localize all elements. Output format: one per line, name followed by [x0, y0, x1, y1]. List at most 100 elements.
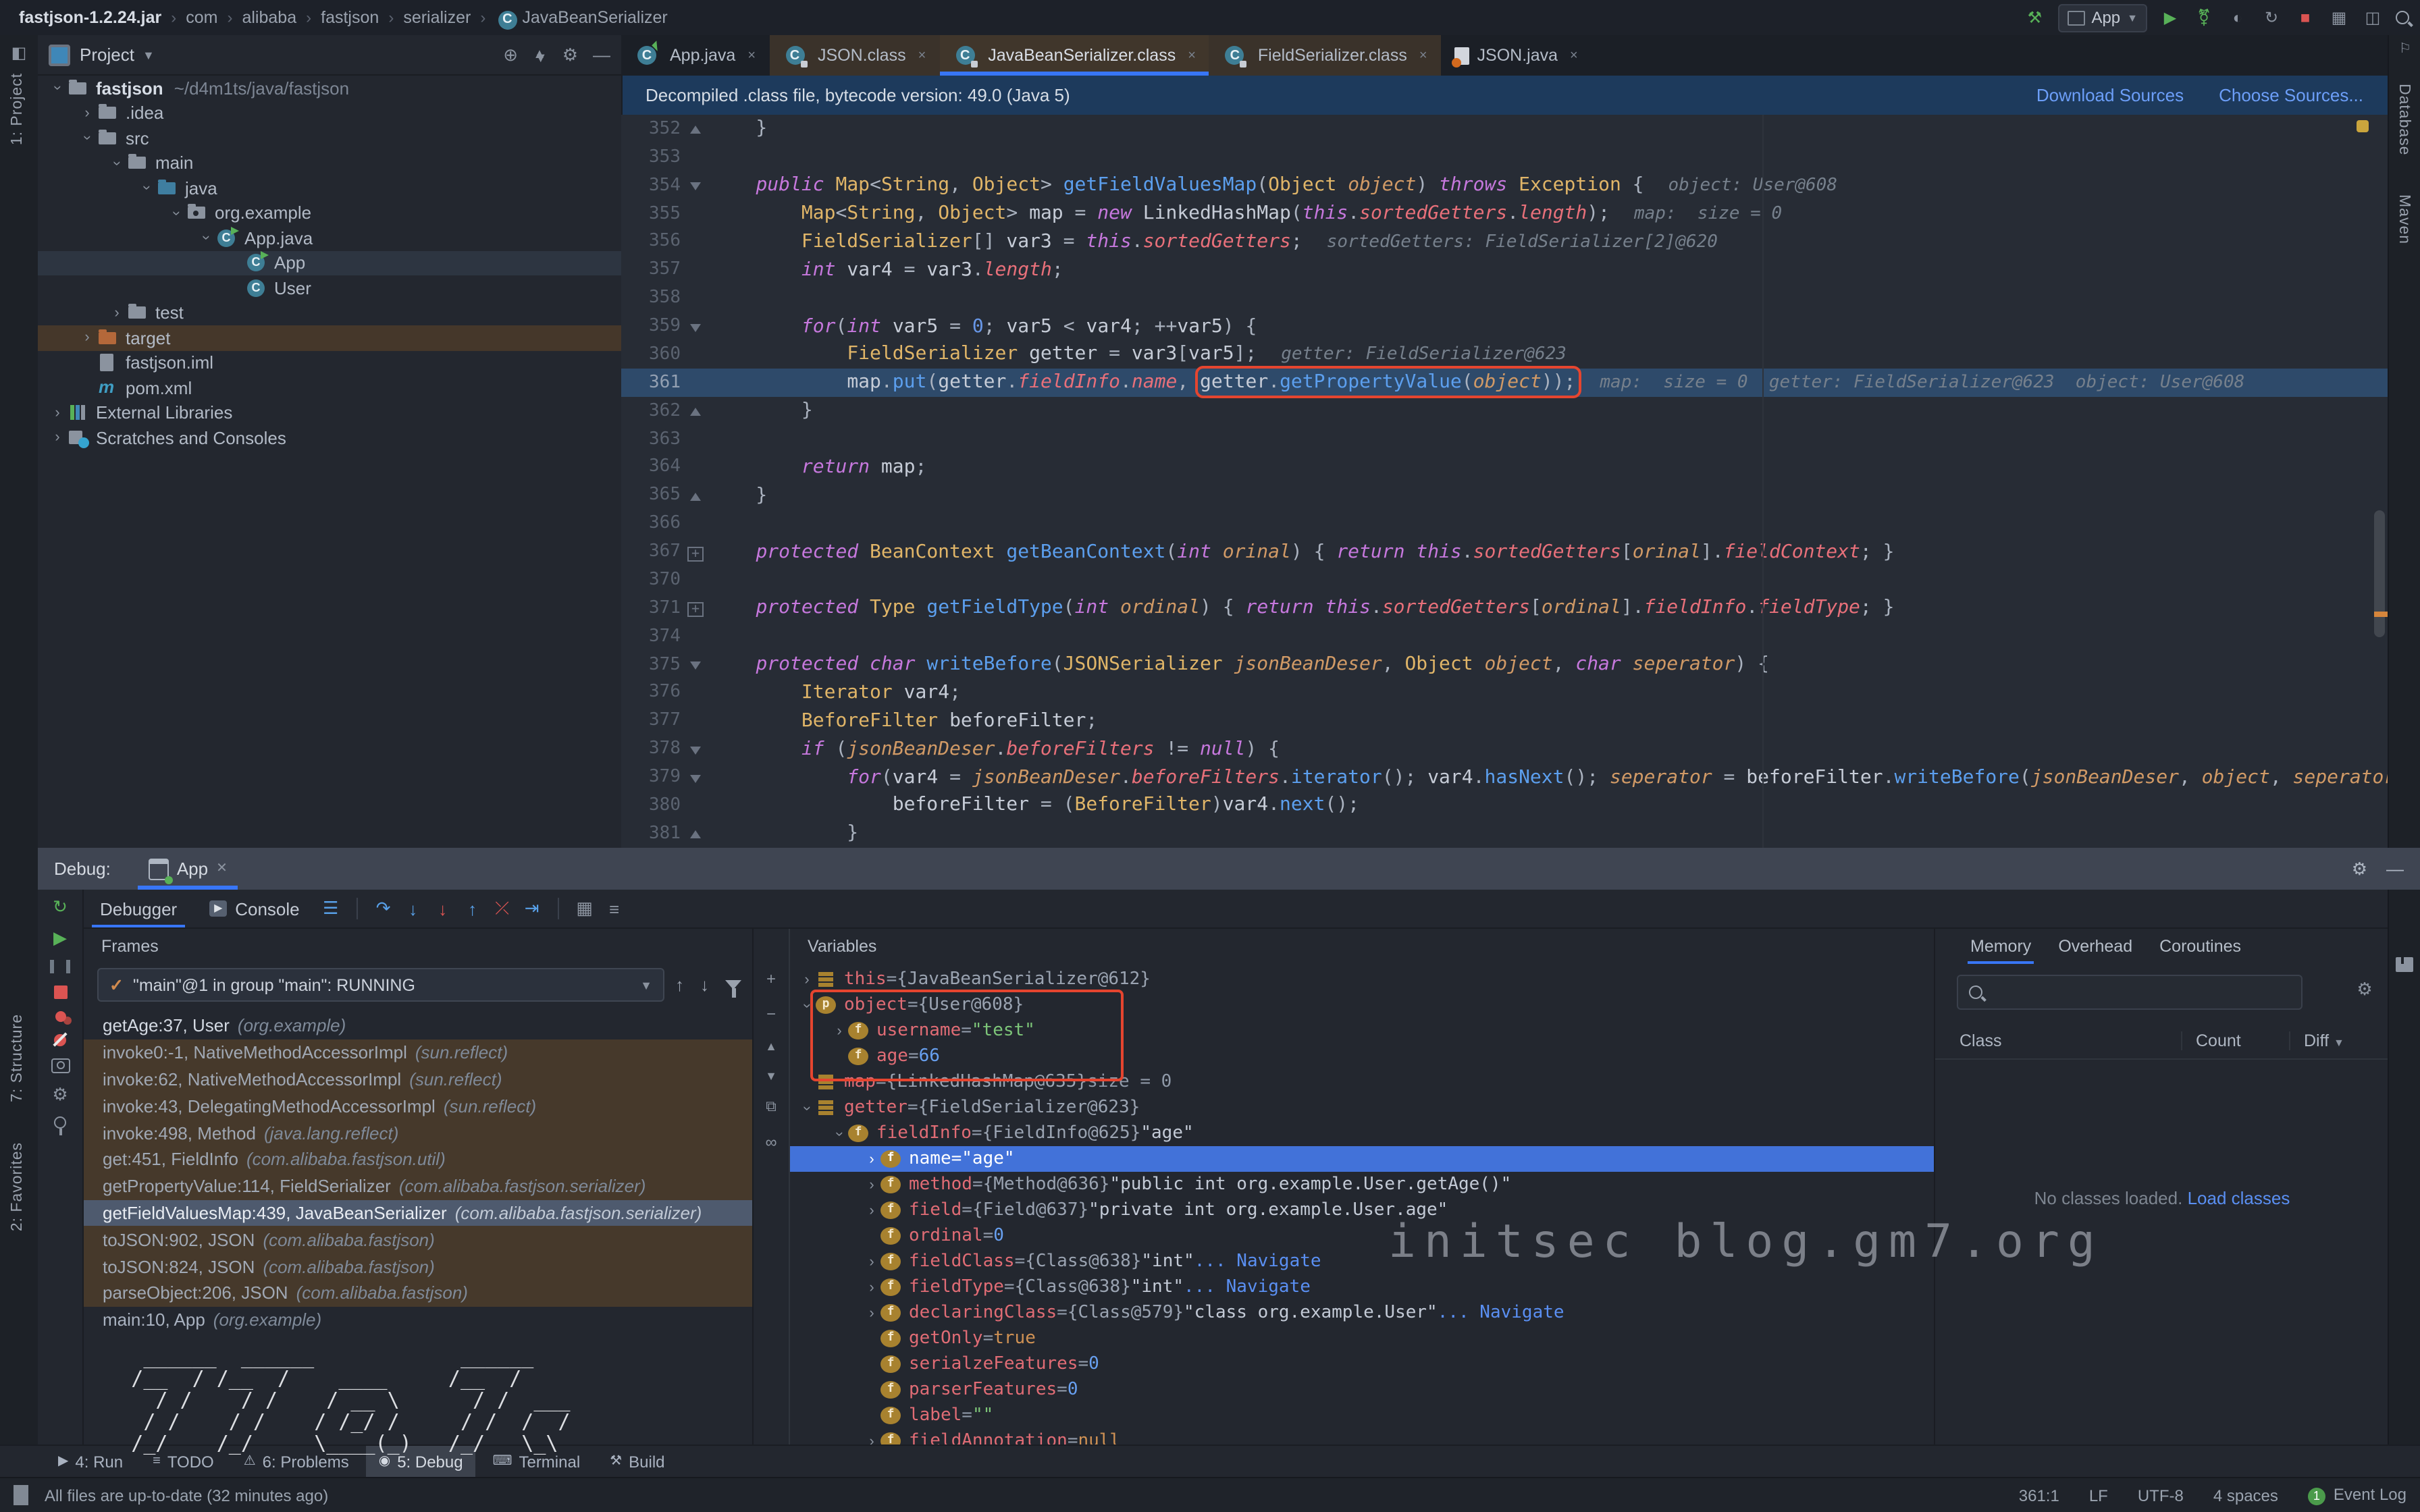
variable-row-declaringClass[interactable]: ›fdeclaringClass = {Class@579} "class or… — [790, 1300, 1935, 1326]
debug-settings-gear-icon[interactable]: ⚙ — [2352, 858, 2367, 880]
close-icon[interactable]: × — [747, 48, 756, 63]
debug-session-tab[interactable]: App ✕ — [138, 848, 238, 890]
frame-up-button[interactable]: ↑ — [675, 975, 684, 995]
breadcrumb-item[interactable]: fastjson-1.2.24.jar — [19, 8, 161, 27]
tree-chevron-icon[interactable]: › — [49, 405, 66, 421]
line-number[interactable]: 375 — [621, 654, 681, 674]
tree-chevron-icon[interactable]: › — [831, 1125, 847, 1142]
variable-row-this[interactable]: ›this = {JavaBeanSerializer@612} — [790, 967, 1935, 992]
code-line-356[interactable]: 356 FieldSerializer[] var3 = this.sorted… — [621, 227, 2388, 256]
line-number[interactable]: 353 — [621, 147, 681, 167]
file-encoding[interactable]: UTF-8 — [2138, 1486, 2184, 1505]
caret-position[interactable]: 361:1 — [2019, 1486, 2059, 1505]
indent-style[interactable]: 4 spaces — [2213, 1486, 2278, 1505]
tree-item-test[interactable]: ›test — [38, 300, 621, 325]
line-number[interactable]: 352 — [621, 119, 681, 139]
move-up-button[interactable]: ▲ — [765, 1040, 777, 1053]
variable-row-field[interactable]: ›ffield = {Field@637} "private int org.e… — [790, 1197, 1935, 1223]
tree-chevron-icon[interactable]: › — [863, 1253, 880, 1270]
move-down-button[interactable]: ▼ — [765, 1069, 777, 1083]
stripe-favorites-tab[interactable]: 2: Favorites — [9, 1142, 26, 1231]
close-icon[interactable]: ✕ — [216, 861, 228, 876]
code-line-358[interactable]: 358 — [621, 284, 2388, 313]
frame-row[interactable]: get:451, FieldInfo(com.alibaba.fastjson.… — [84, 1146, 752, 1173]
tree-chevron-icon[interactable]: › — [863, 1151, 880, 1167]
line-number[interactable]: 366 — [621, 513, 681, 533]
frame-row[interactable]: getAge:37, User(org.example) — [84, 1013, 752, 1040]
code-line-365[interactable]: 365 } — [621, 481, 2388, 510]
tab-JSON.java[interactable]: JSON.java× — [1441, 35, 1592, 76]
tree-chevron-icon[interactable]: › — [198, 230, 214, 247]
code-line-367[interactable]: 367 protected BeanContext getBeanContext… — [621, 537, 2388, 566]
frame-row[interactable]: invoke:43, DelegatingMethodAccessorImpl(… — [84, 1093, 752, 1120]
fold-marker-icon[interactable] — [681, 823, 710, 844]
tree-chevron-icon[interactable]: › — [798, 971, 816, 988]
tree-chevron-icon[interactable]: › — [831, 1023, 848, 1039]
code-line-353[interactable]: 353 — [621, 143, 2388, 171]
tree-item-target[interactable]: ›target — [38, 325, 621, 350]
frame-row[interactable]: invoke0:-1, NativeMethodAccessorImpl(sun… — [84, 1040, 752, 1066]
coverage-button[interactable]: ◐ — [2227, 8, 2248, 27]
column-class[interactable]: Class — [1935, 1031, 2181, 1050]
tab-coroutines[interactable]: Coroutines — [2146, 929, 2255, 964]
evaluate-watch-icon[interactable]: ∞ — [765, 1133, 777, 1152]
code-line-378[interactable]: 378 if (jsonBeanDeser.beforeFilters != n… — [621, 735, 2388, 763]
run-button[interactable]: ▶ — [2159, 8, 2181, 27]
stripe-maven-tab[interactable]: Maven — [2396, 194, 2412, 244]
line-number[interactable]: 374 — [621, 626, 681, 646]
code-line-375[interactable]: 375 protected char writeBefore(JSONSeria… — [621, 650, 2388, 678]
event-log-item[interactable]: 1Event Log — [2308, 1485, 2406, 1505]
line-number[interactable]: 370 — [621, 570, 681, 590]
navigate-link[interactable]: ... Navigate — [1438, 1303, 1564, 1323]
tree-chevron-icon[interactable]: › — [78, 105, 96, 122]
fold-marker-icon[interactable] — [681, 118, 710, 140]
tree-chevron-icon[interactable]: › — [799, 1099, 815, 1116]
remove-watch-button[interactable]: − — [766, 1004, 776, 1023]
tree-item-main[interactable]: ›main — [38, 151, 621, 176]
frame-row[interactable]: toJSON:824, JSON(com.alibaba.fastjson) — [84, 1253, 752, 1280]
view-breakpoints-button[interactable] — [55, 1011, 65, 1022]
tree-chevron-icon[interactable]: › — [138, 180, 155, 197]
code-line-364[interactable]: 364 return map; — [621, 453, 2388, 481]
tab-overhead[interactable]: Overhead — [2045, 929, 2146, 964]
code-line-370[interactable]: 370 — [621, 566, 2388, 594]
project-stripe-icon[interactable]: ◧ — [8, 43, 30, 62]
fold-marker-icon[interactable] — [681, 400, 710, 421]
frame-row[interactable]: getFieldValuesMap:439, JavaBeanSerialize… — [84, 1199, 752, 1226]
tree-item-org.example[interactable]: ›org.example — [38, 200, 621, 225]
navigate-link[interactable]: ... Navigate — [1194, 1251, 1321, 1272]
toolbar-item-build[interactable]: ⚒Build — [598, 1446, 677, 1477]
pin-tab-button[interactable] — [54, 1116, 66, 1129]
code-line-376[interactable]: 376 Iterator var4; — [621, 678, 2388, 707]
code-line-361[interactable]: 361 map.put(getter.fieldInfo.name, gette… — [621, 369, 2388, 397]
line-number[interactable]: 358 — [621, 288, 681, 308]
close-icon[interactable]: × — [1419, 48, 1427, 63]
close-icon[interactable]: × — [918, 48, 926, 63]
code-line-352[interactable]: 352 } — [621, 115, 2388, 143]
tree-chevron-icon[interactable]: › — [799, 996, 815, 1014]
code-line-363[interactable]: 363 — [621, 425, 2388, 453]
fold-marker-icon[interactable] — [681, 738, 710, 759]
line-number[interactable]: 377 — [621, 711, 681, 731]
close-icon[interactable]: × — [1188, 48, 1196, 63]
variable-row-parserFeatures[interactable]: fparserFeatures = 0 — [790, 1377, 1935, 1403]
line-number[interactable]: 376 — [621, 682, 681, 703]
line-number[interactable]: 361 — [621, 373, 681, 393]
code-line-381[interactable]: 381 } — [621, 819, 2388, 848]
variable-row-fieldType[interactable]: ›ffieldType = {Class@638} "int" ... Navi… — [790, 1274, 1935, 1300]
fold-marker-icon[interactable] — [681, 174, 710, 196]
code-line-366[interactable]: 366 — [621, 510, 2388, 538]
project-view-label[interactable]: Project — [80, 45, 134, 65]
line-number[interactable]: 360 — [621, 344, 681, 364]
tree-chevron-icon[interactable]: › — [863, 1279, 880, 1295]
fold-marker-icon[interactable] — [681, 766, 710, 788]
restore-layout-icon[interactable] — [2396, 957, 2413, 972]
editor-scrollbar[interactable] — [2374, 510, 2385, 637]
profiler-button[interactable]: ↻ — [2261, 8, 2282, 27]
tab-JavaBeanSerializer.class[interactable]: CJavaBeanSerializer.class× — [939, 35, 1209, 76]
variable-row-object[interactable]: ›pobject = {User@608} — [790, 992, 1935, 1018]
tree-item-App[interactable]: App — [38, 250, 621, 275]
drop-frame-button[interactable]: ⤫ — [488, 898, 517, 919]
stop-process-button[interactable] — [53, 986, 67, 999]
fold-marker-icon[interactable] — [681, 315, 710, 337]
